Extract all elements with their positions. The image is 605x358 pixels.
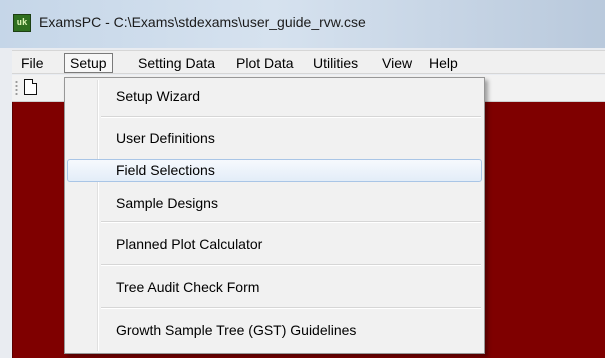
menu-setting-data[interactable]: Setting Data xyxy=(133,53,220,73)
menu-icon-gutter xyxy=(97,80,99,351)
menu-bar: File Setup Setting Data Plot Data Utilit… xyxy=(12,50,605,74)
setup-dropdown-menu: Setup Wizard User Definitions Field Sele… xyxy=(64,77,485,354)
app-window: uk ExamsPC - C:\Exams\stdexams\user_guid… xyxy=(0,0,605,358)
menu-item-label: Growth Sample Tree (GST) Guidelines xyxy=(116,322,357,338)
menu-item-setup-wizard[interactable]: Setup Wizard xyxy=(67,85,482,108)
toolbar-grip[interactable] xyxy=(15,80,18,97)
menu-view[interactable]: View xyxy=(377,53,417,73)
menu-setup[interactable]: Setup xyxy=(64,53,113,73)
menu-separator xyxy=(101,221,481,223)
menu-item-label: User Definitions xyxy=(116,130,215,146)
window-title: ExamsPC - C:\Exams\stdexams\user_guide_r… xyxy=(39,14,366,30)
title-bar[interactable]: uk ExamsPC - C:\Exams\stdexams\user_guid… xyxy=(0,0,605,48)
menu-item-label: Planned Plot Calculator xyxy=(116,236,263,252)
menu-help[interactable]: Help xyxy=(424,53,463,73)
menu-item-label: Setup Wizard xyxy=(116,88,201,104)
menu-item-tree-audit-check-form[interactable]: Tree Audit Check Form xyxy=(67,276,482,299)
new-document-icon[interactable] xyxy=(24,79,37,95)
menu-item-user-definitions[interactable]: User Definitions xyxy=(67,127,482,150)
menu-separator xyxy=(101,116,481,118)
menu-item-planned-plot-calculator[interactable]: Planned Plot Calculator xyxy=(67,233,482,256)
menu-item-label: Tree Audit Check Form xyxy=(116,279,260,295)
app-logo-icon[interactable]: uk xyxy=(13,14,31,32)
menu-plot-data[interactable]: Plot Data xyxy=(231,53,299,73)
menu-file[interactable]: File xyxy=(16,53,49,73)
menu-item-label: Sample Designs xyxy=(116,195,218,211)
menu-separator xyxy=(101,307,481,309)
menu-utilities[interactable]: Utilities xyxy=(308,53,363,73)
menu-item-gst-guidelines[interactable]: Growth Sample Tree (GST) Guidelines xyxy=(67,319,482,342)
menu-separator xyxy=(101,264,481,266)
menu-item-sample-designs[interactable]: Sample Designs xyxy=(67,192,482,215)
menu-item-label: Field Selections xyxy=(116,162,215,178)
menu-item-field-selections[interactable]: Field Selections xyxy=(67,159,482,182)
